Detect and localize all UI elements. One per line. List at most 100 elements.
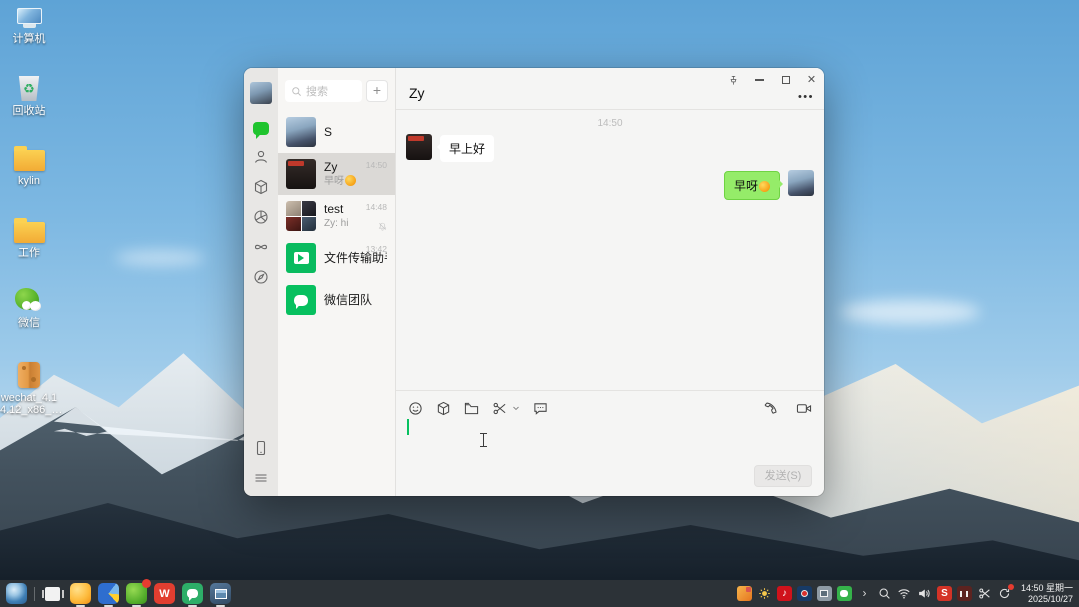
chat-item-file-transfer[interactable]: 文件传输助手 13:42: [278, 237, 395, 279]
maximize-button[interactable]: [780, 75, 791, 86]
search-placeholder: 搜索: [306, 83, 328, 99]
emoji-icon[interactable]: [408, 401, 423, 416]
desktop-icon-label: wechat_4.1: [0, 392, 58, 404]
desktop-icon-kylin-folder[interactable]: kylin: [0, 146, 58, 187]
wechat-team-icon: [286, 285, 316, 315]
chat-item-s[interactable]: S: [278, 111, 395, 153]
screenshot-scissors-icon[interactable]: [492, 401, 507, 416]
minimize-button[interactable]: [754, 75, 765, 86]
chat-item-zy[interactable]: Zy 早呀 14:50: [278, 153, 395, 195]
taskbar: W ♪ › S: [0, 580, 1079, 607]
file-icon[interactable]: [436, 401, 451, 416]
taskbar-app-appcenter[interactable]: [70, 583, 91, 604]
desktop-icon-wechat-package[interactable]: wechat_4.1 4.12_x86_…: [0, 362, 58, 416]
desktop-icon-label: 微信: [0, 317, 58, 329]
system-tray: ♪ › S 14:50 星期一: [737, 583, 1073, 604]
call-buttons: [764, 401, 812, 416]
computer-icon: [0, 8, 58, 29]
desktop-icon-label: 回收站: [0, 105, 58, 117]
outgoing-message: 早呀: [724, 170, 814, 200]
wechat-app-icon: [15, 288, 43, 313]
wps-letter: W: [159, 588, 169, 600]
search-input[interactable]: 搜索: [285, 80, 362, 102]
search-discover-icon[interactable]: [253, 268, 270, 285]
tray-brightness-icon[interactable]: [757, 586, 772, 601]
chats-tab-icon[interactable]: [253, 122, 269, 135]
more-options-button[interactable]: •••: [798, 91, 814, 103]
text-cursor-caret: [407, 419, 409, 435]
update-badge: [1008, 584, 1014, 590]
incoming-bubble[interactable]: 早上好: [440, 135, 494, 162]
wechat-nav-sidebar: [244, 68, 278, 496]
multitask-icon: [45, 587, 60, 601]
taskbar-app-browser[interactable]: [98, 583, 119, 604]
chat-item-text: S: [324, 125, 387, 140]
taskbar-app-wps[interactable]: W: [154, 583, 175, 604]
tray-ime-icon[interactable]: [957, 586, 972, 601]
chat-time: 14:48: [366, 202, 387, 212]
conversation-pane: Zy ✕ ••• 14:50 早上好 早呀: [396, 68, 824, 496]
desktop-icon-wechat[interactable]: 微信: [0, 288, 58, 329]
folder-icon[interactable]: [464, 401, 479, 416]
desktop-icon-work-folder[interactable]: 工作: [0, 218, 58, 259]
window-controls: ✕: [728, 73, 817, 87]
sender-avatar[interactable]: [406, 134, 432, 160]
screenshot-dropdown-chevron-icon[interactable]: [512, 404, 520, 412]
add-chat-button[interactable]: +: [366, 80, 388, 102]
tray-music-icon[interactable]: ♪: [777, 586, 792, 601]
tray-volume-icon[interactable]: [917, 586, 932, 601]
video-call-icon[interactable]: [796, 401, 812, 416]
outgoing-bubble[interactable]: 早呀: [724, 171, 780, 200]
avatar: [286, 117, 316, 147]
chat-history-icon[interactable]: [533, 401, 548, 416]
channels-icon[interactable]: [253, 238, 270, 255]
close-icon: ✕: [807, 75, 816, 86]
close-button[interactable]: ✕: [806, 75, 817, 86]
wechat-taskbar-icon: [182, 583, 203, 604]
chat-item-wechat-team[interactable]: 微信团队: [278, 279, 395, 321]
desktop-icon-recycle-bin[interactable]: ♻ 回收站: [0, 76, 58, 117]
tray-search-icon[interactable]: [877, 586, 892, 601]
multitask-view-button[interactable]: [42, 583, 63, 604]
contacts-icon[interactable]: [253, 148, 270, 165]
menu-hamburger-icon[interactable]: [253, 469, 270, 486]
time-divider: 14:50: [396, 110, 824, 129]
chat-item-text: 微信团队: [324, 293, 387, 308]
voice-call-icon[interactable]: [764, 401, 779, 416]
tray-update-sync-icon[interactable]: [997, 586, 1012, 601]
tray-wechat-icon[interactable]: [837, 586, 852, 601]
sun-emoji: [759, 181, 770, 192]
favorites-icon[interactable]: [253, 178, 270, 195]
tray-recorder-icon[interactable]: [797, 586, 812, 601]
taskbar-app-screenshot[interactable]: [210, 583, 231, 604]
chat-item-test[interactable]: test Zy: hi 14:48: [278, 195, 395, 237]
desktop-icon-computer[interactable]: 计算机: [0, 8, 58, 45]
tray-files-icon[interactable]: [737, 586, 752, 601]
conversation-header: Zy ✕ •••: [396, 68, 824, 110]
desktop-icon-label: kylin: [0, 175, 58, 187]
notification-badge: [142, 579, 151, 588]
user-avatar[interactable]: [250, 82, 272, 104]
tray-expand-chevron[interactable]: ›: [857, 586, 872, 601]
tray-input-method-sogou-icon[interactable]: S: [937, 586, 952, 601]
moments-icon[interactable]: [253, 208, 270, 225]
screenshot-tool-icon: [210, 583, 231, 604]
tray-screenshot-icon[interactable]: [817, 586, 832, 601]
message-input-area[interactable]: 发送(S): [396, 390, 824, 496]
desktop-icon-label-line2: 4.12_x86_…: [0, 404, 58, 416]
own-avatar[interactable]: [788, 170, 814, 196]
tray-scissors-icon[interactable]: [977, 586, 992, 601]
wechat-window: 搜索 + S Zy 早呀 14:50: [244, 68, 824, 496]
search-icon: [291, 86, 302, 97]
launcher-button[interactable]: [6, 583, 27, 604]
taskbar-clock[interactable]: 14:50 星期一 2025/10/27: [1021, 583, 1073, 604]
send-button[interactable]: 发送(S): [754, 465, 812, 487]
plus-glyph: +: [373, 82, 381, 98]
conversation-title: Zy: [409, 85, 425, 101]
mobile-phone-icon[interactable]: [253, 439, 270, 456]
tray-wifi-icon[interactable]: [897, 586, 912, 601]
file-transfer-icon: [286, 243, 316, 273]
pin-window-button[interactable]: [728, 75, 739, 86]
taskbar-app-software-store[interactable]: [126, 583, 147, 604]
taskbar-app-wechat[interactable]: [182, 583, 203, 604]
